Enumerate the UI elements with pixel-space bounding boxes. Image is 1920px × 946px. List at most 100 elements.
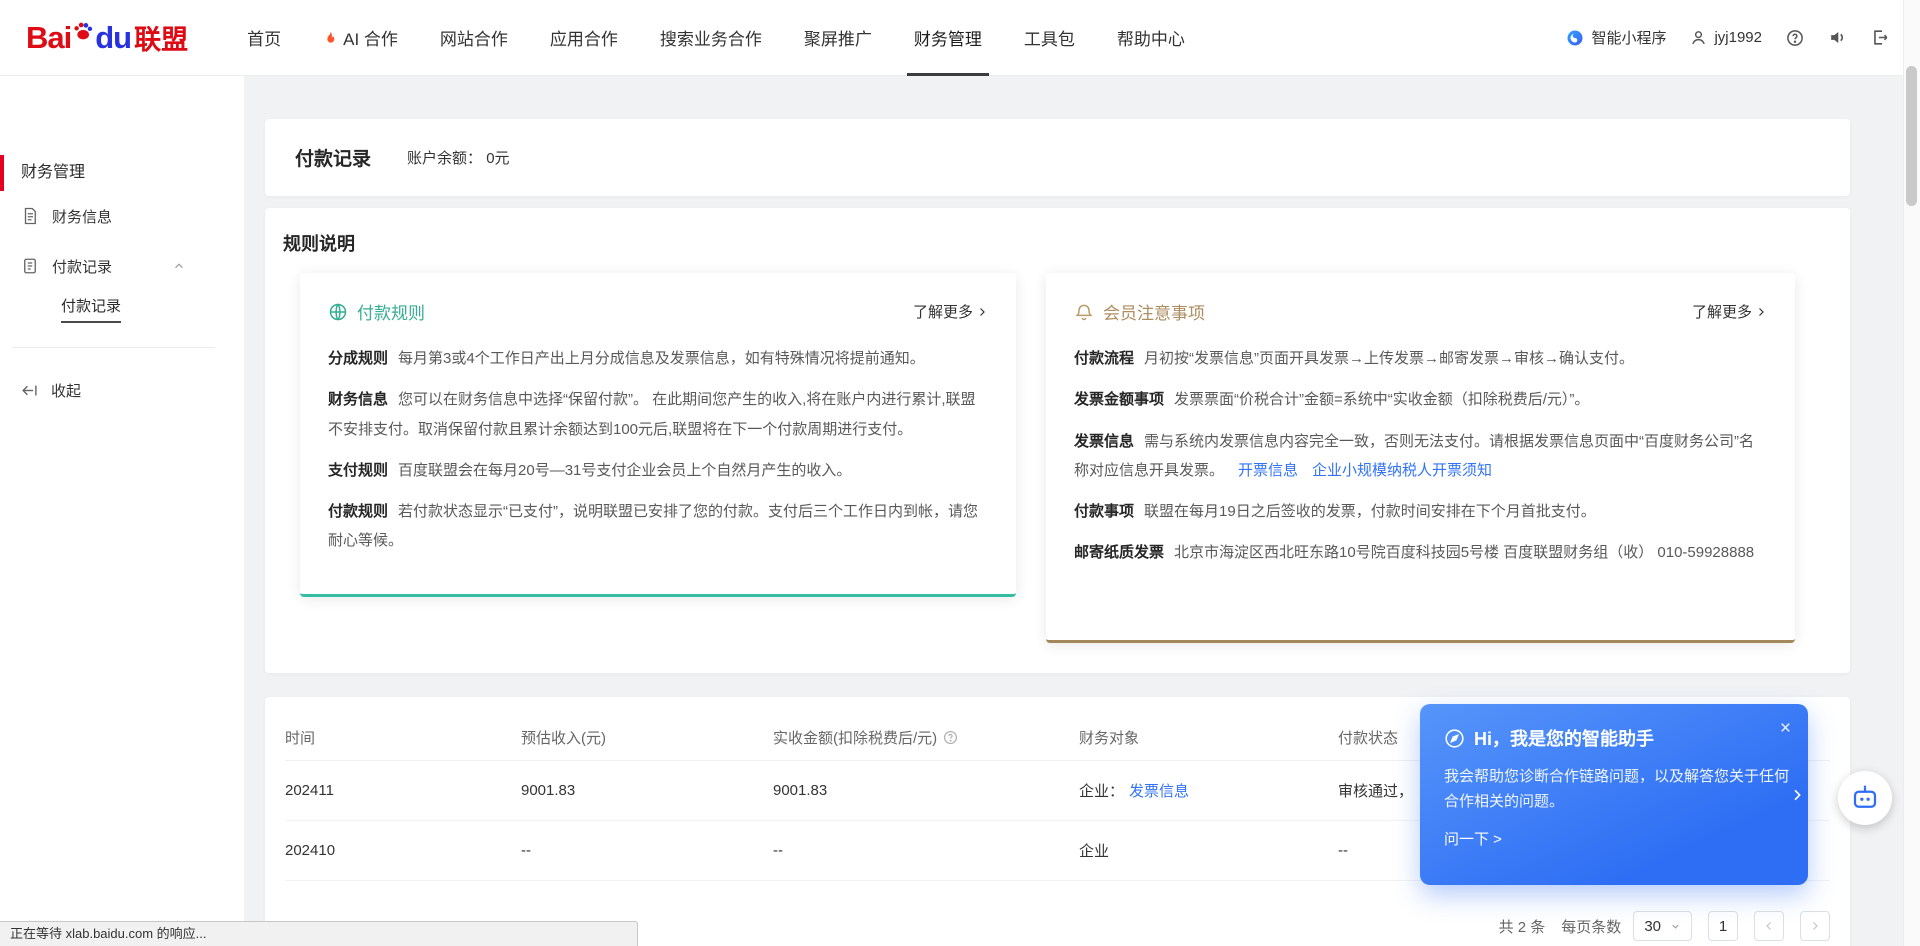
sidebar-section-finance-management[interactable]: 财务管理 — [0, 155, 244, 191]
nav-item-home[interactable]: 首页 — [226, 0, 302, 76]
rule-text: 若付款状态显示“已支付”，说明联盟已安排了您的付款。支付后三个工作日内到帐，请您… — [328, 503, 978, 549]
cell-estimated: -- — [521, 842, 773, 859]
sidebar-item-finance-info[interactable]: 财务信息 — [0, 191, 244, 241]
chevron-right-icon — [976, 306, 988, 318]
per-page-label: 每页条数 — [1561, 916, 1621, 937]
sidebar-item-payment-records[interactable]: 付款记录 — [0, 241, 244, 291]
cell-time: 202411 — [285, 782, 521, 799]
nav-item-toolkit[interactable]: 工具包 — [1003, 0, 1096, 76]
rule-item: 发票金额事项发票票面“价税合计”金额=系统中“实收金额（扣除税费后/元）”。 — [1074, 385, 1767, 414]
rule-label: 付款事项 — [1074, 503, 1134, 520]
ask-button[interactable]: 问一下 > — [1444, 828, 1784, 849]
rule-label: 付款流程 — [1074, 350, 1134, 367]
entity-label: 企业 — [1079, 840, 1109, 861]
smart-assistant-popup: Hi，我是您的智能助手 × 我会帮助您诊断合作链路问题，以及解答您关于任何合作相… — [1420, 704, 1808, 885]
help-icon[interactable] — [1786, 29, 1804, 47]
assistant-body: 我会帮助您诊断合作链路问题，以及解答您关于任何合作相关的问题。 — [1444, 765, 1789, 815]
rule-label: 支付规则 — [328, 462, 388, 479]
rule-item: 付款事项联盟在每月19日之后签收的发票，付款时间安排在下个月首批支付。 — [1074, 497, 1767, 526]
per-page-select[interactable]: 30 — [1633, 911, 1692, 941]
cell-entity: 企业： 发票信息 — [1079, 780, 1338, 801]
rule-label: 邮寄纸质发票 — [1074, 544, 1164, 561]
robot-icon — [1850, 783, 1880, 813]
nav-item-label: AI 合作 — [343, 25, 398, 50]
payment-rules-card-header: 付款规则 了解更多 — [328, 299, 988, 324]
logo-text-union: 联盟 — [134, 18, 188, 57]
rule-item: 发票信息需与系统内发票信息内容完全一致，否则无法支付。请根据发票信息页面中“百度… — [1074, 427, 1767, 486]
main-nav: 首页 AI 合作 网站合作 应用合作 搜索业务合作 聚屏推广 财务管理 工具包 … — [226, 0, 1206, 76]
sidebar-subitem-label: 付款记录 — [61, 295, 121, 323]
sidebar-divider — [12, 347, 215, 348]
rule-item: 财务信息您可以在财务信息中选择“保留付款”。 在此期间您产生的收入,将在账户内进… — [328, 385, 988, 444]
rules-panel: 规则说明 付款规则 了解更多 分成规则每月第3或4个工作日产出上月分 — [265, 208, 1850, 673]
logout-icon[interactable] — [1871, 28, 1890, 47]
robot-assistant-button[interactable] — [1838, 771, 1892, 825]
rule-label: 发票信息 — [1074, 433, 1134, 450]
sidebar-collapse-button[interactable]: 收起 — [0, 368, 244, 412]
cell-time: 202410 — [285, 842, 521, 859]
member-notice-card-title: 会员注意事项 — [1103, 299, 1205, 324]
chevron-down-icon — [1670, 921, 1681, 932]
announcement-speaker-icon[interactable] — [1828, 28, 1847, 47]
miniprogram-icon — [1566, 29, 1584, 47]
assistant-title: Hi，我是您的智能助手 — [1474, 725, 1654, 751]
cell-received: -- — [773, 842, 1079, 859]
sidebar: 财务管理 财务信息 付款记录 付款记录 收起 — [0, 76, 244, 946]
nav-item-finance-management[interactable]: 财务管理 — [893, 0, 1003, 76]
rule-item: 分成规则每月第3或4个工作日产出上月分成信息及发票信息，如有特殊情况将提前通知。 — [328, 344, 988, 373]
nav-item-screen-promotion[interactable]: 聚屏推广 — [783, 0, 893, 76]
rules-cards: 付款规则 了解更多 分成规则每月第3或4个工作日产出上月分成信息及发票信息，如有… — [300, 273, 1796, 643]
cell-received: 9001.83 — [773, 782, 1079, 799]
page-number-button[interactable]: 1 — [1708, 911, 1738, 941]
nav-item-ai-cooperation[interactable]: AI 合作 — [302, 0, 419, 76]
rule-text: 百度联盟会在每月20号—31号支付企业会员上个自然月产生的收入。 — [398, 462, 851, 479]
nav-item-help-center[interactable]: 帮助中心 — [1096, 0, 1206, 76]
nav-item-app-cooperation[interactable]: 应用合作 — [529, 0, 639, 76]
nav-item-search-cooperation[interactable]: 搜索业务合作 — [639, 0, 783, 76]
previous-page-button[interactable] — [1754, 911, 1784, 941]
rule-label: 付款规则 — [328, 503, 388, 520]
small-taxpayer-invoice-guide-link[interactable]: 企业小规模纳税人开票须知 — [1312, 462, 1492, 479]
more-label: 了解更多 — [913, 301, 973, 322]
person-icon — [1690, 29, 1707, 46]
rules-section-title: 规则说明 — [283, 230, 1796, 256]
invoice-info-row-link[interactable]: 发票信息 — [1129, 780, 1189, 801]
entity-label: 企业： — [1079, 780, 1124, 801]
page-title: 付款记录 — [295, 144, 371, 171]
total-count: 共 2 条 — [1499, 916, 1546, 937]
miniprogram-label: 智能小程序 — [1591, 27, 1666, 48]
column-header-received-amount: 实收金额(扣除税费后/元) — [773, 727, 1079, 748]
nav-item-website-cooperation[interactable]: 网站合作 — [419, 0, 529, 76]
question-circle-icon[interactable] — [943, 730, 958, 745]
invoice-info-link[interactable]: 开票信息 — [1238, 462, 1298, 479]
rule-item: 支付规则百度联盟会在每月20号—31号支付企业会员上个自然月产生的收入。 — [328, 456, 988, 485]
sidebar-item-label: 财务信息 — [52, 206, 112, 227]
rule-label: 发票金额事项 — [1074, 391, 1164, 408]
scrollbar-track[interactable] — [1903, 0, 1920, 946]
payment-rules-more-link[interactable]: 了解更多 — [913, 301, 988, 322]
per-page-value: 30 — [1644, 918, 1661, 935]
payment-rules-card: 付款规则 了解更多 分成规则每月第3或4个工作日产出上月分成信息及发票信息，如有… — [300, 273, 1016, 597]
bell-icon — [1074, 302, 1094, 322]
close-icon[interactable]: × — [1780, 719, 1791, 738]
column-header-finance-entity: 财务对象 — [1079, 727, 1338, 748]
cell-estimated: 9001.83 — [521, 782, 773, 799]
rule-text: 北京市海淀区西北旺东路10号院百度科技园5号楼 百度联盟财务组（收） 010-5… — [1174, 544, 1754, 561]
record-icon — [21, 257, 39, 275]
next-page-button[interactable] — [1800, 911, 1830, 941]
paw-icon — [72, 21, 94, 41]
nav-right-cluster: 智能小程序 jyj1992 — [1566, 27, 1890, 48]
sidebar-subitem-payment-records[interactable]: 付款记录 — [61, 295, 244, 323]
smart-miniprogram-link[interactable]: 智能小程序 — [1566, 27, 1666, 48]
scrollbar-thumb[interactable] — [1906, 66, 1917, 206]
rule-label: 财务信息 — [328, 391, 388, 408]
member-notice-card-header: 会员注意事项 了解更多 — [1074, 299, 1767, 324]
column-header-label: 实收金额(扣除税费后/元) — [773, 727, 937, 748]
member-notice-more-link[interactable]: 了解更多 — [1692, 301, 1767, 322]
assistant-next-icon[interactable] — [1789, 787, 1805, 803]
rule-text: 每月第3或4个工作日产出上月分成信息及发票信息，如有特殊情况将提前通知。 — [398, 350, 925, 367]
logo-text-bai: Bai — [26, 20, 71, 56]
column-header-time: 时间 — [285, 727, 521, 748]
user-account[interactable]: jyj1992 — [1690, 29, 1762, 46]
baidu-union-logo[interactable]: Bai du 联盟 — [26, 18, 188, 57]
